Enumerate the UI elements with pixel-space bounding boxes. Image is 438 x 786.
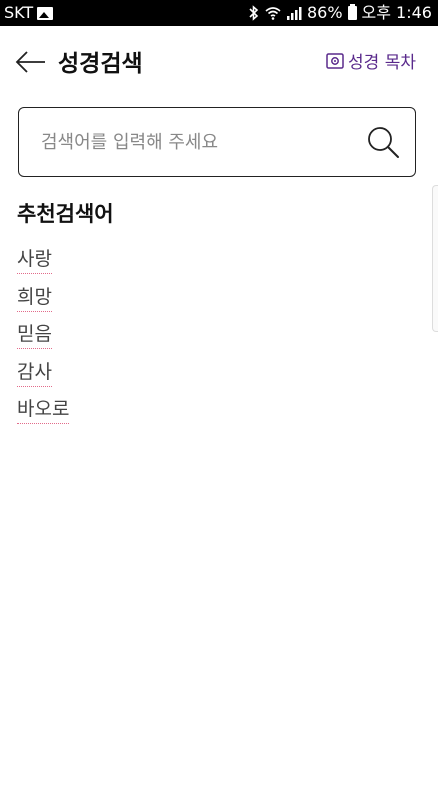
signal-icon [286, 7, 302, 20]
back-arrow-icon[interactable] [14, 48, 48, 76]
page-title: 성경검색 [58, 50, 143, 77]
keyword-item: 바오로 [17, 394, 70, 432]
status-right: 86% 오후 1:46 [248, 0, 432, 26]
bible-toc-button[interactable]: 성경 목차 [326, 48, 416, 73]
image-notification-icon [37, 6, 54, 20]
keyword-item: 믿음 [17, 319, 69, 357]
keyword-link[interactable]: 사랑 [17, 244, 52, 274]
carrier-label: SKT [4, 3, 34, 22]
status-left: SKT [4, 0, 54, 26]
keyword-item: 사랑 [17, 244, 69, 282]
battery-icon [347, 4, 357, 20]
search-input[interactable] [39, 108, 363, 177]
keyword-link[interactable]: 감사 [17, 357, 52, 387]
toc-icon [326, 52, 344, 69]
recommended-title: 추천검색어 [17, 202, 114, 226]
wifi-icon [265, 7, 281, 20]
clock: 오후 1:46 [361, 3, 432, 22]
keyword-link[interactable]: 바오로 [17, 394, 70, 424]
bluetooth-icon [249, 5, 259, 21]
recommended-keyword-list: 사랑 희망 믿음 감사 바오로 [17, 244, 70, 432]
search-box [18, 107, 416, 177]
status-bar: SKT 86% 오후 1:46 [0, 0, 438, 26]
search-icon[interactable] [365, 124, 401, 160]
side-panel-handle[interactable] [432, 185, 438, 332]
battery-percent: 86% [306, 3, 343, 22]
keyword-link[interactable]: 희망 [17, 282, 52, 312]
keyword-item: 희망 [17, 282, 69, 320]
keyword-item: 감사 [17, 357, 69, 395]
toc-label: 성경 목차 [348, 53, 416, 73]
keyword-link[interactable]: 믿음 [17, 319, 52, 349]
app-header: 성경검색 성경 목차 [0, 26, 438, 96]
